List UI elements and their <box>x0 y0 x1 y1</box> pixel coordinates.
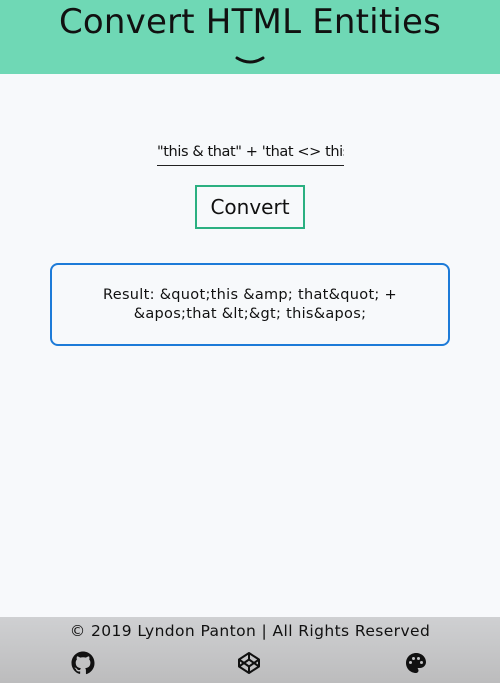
copyright-text: © 2019 Lyndon Panton | All Rights Reserv… <box>69 622 431 640</box>
page-footer: © 2019 Lyndon Panton | All Rights Reserv… <box>0 617 500 683</box>
palette-icon[interactable] <box>404 651 428 675</box>
github-icon[interactable] <box>71 651 95 675</box>
entity-input-wrapper <box>157 141 344 166</box>
codepen-icon[interactable] <box>237 651 261 675</box>
convert-button[interactable]: Convert <box>195 185 305 229</box>
chevron-down-icon[interactable] <box>235 54 265 68</box>
page-header: Convert HTML Entities <box>0 0 500 74</box>
page-title: Convert HTML Entities <box>58 2 442 42</box>
result-box: Result: &quot;this &amp; that&quot; + &a… <box>50 263 450 346</box>
entity-input[interactable] <box>157 141 344 163</box>
result-text: Result: &quot;this &amp; that&quot; + &a… <box>103 286 397 322</box>
